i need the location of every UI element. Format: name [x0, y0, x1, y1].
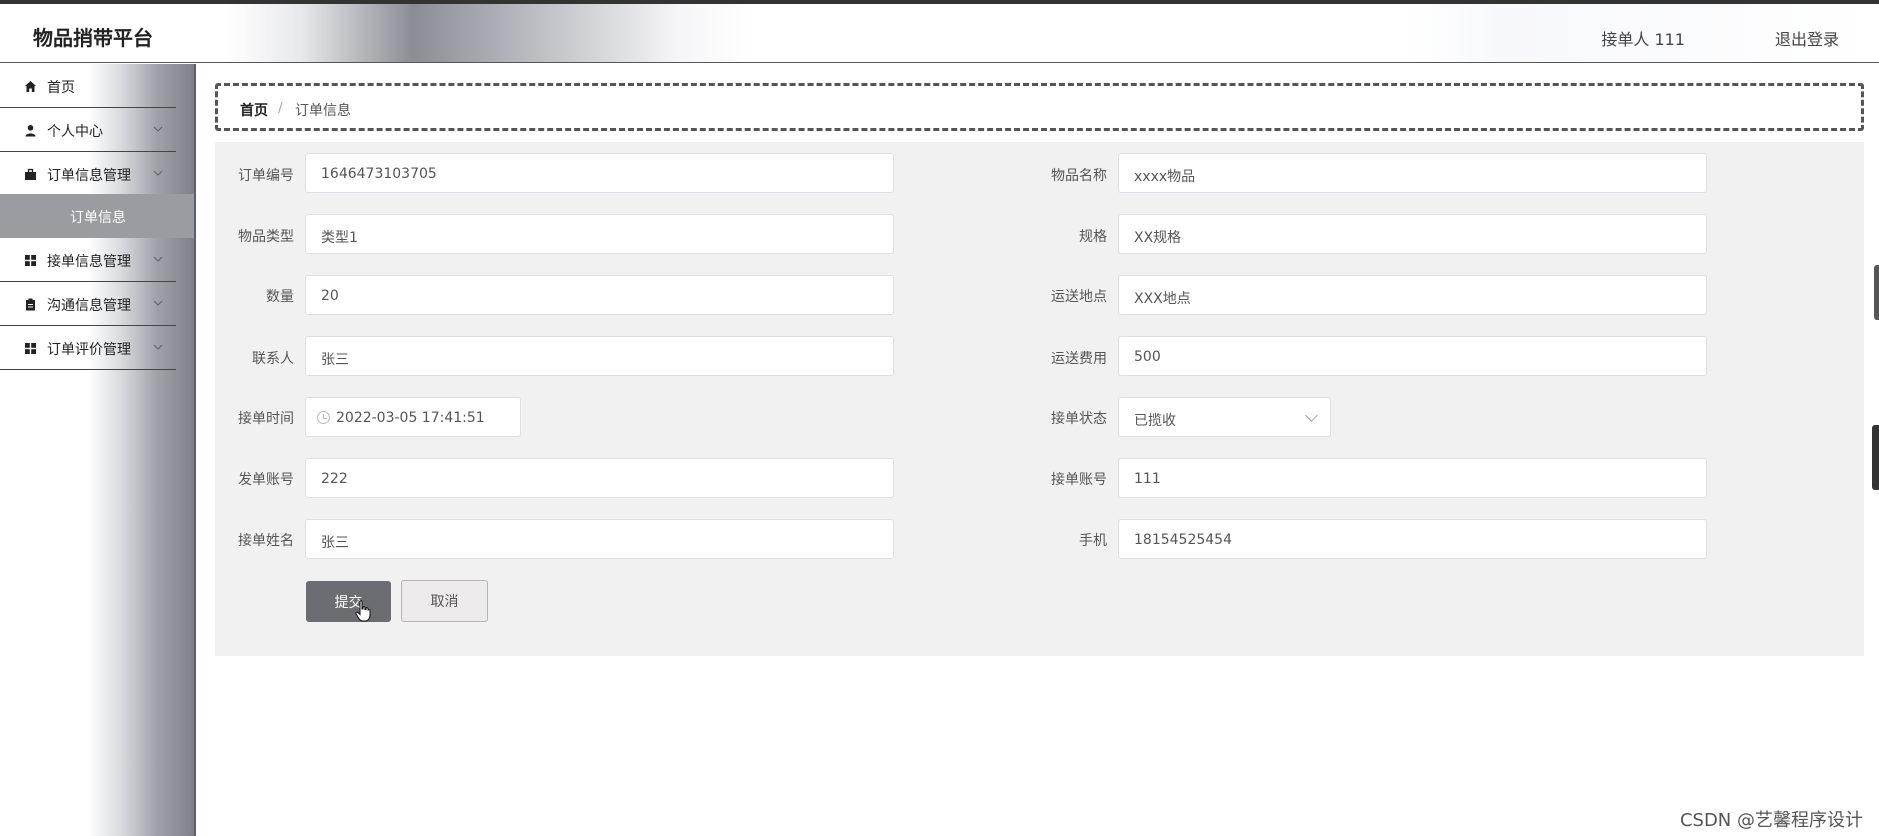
receiver-name-field[interactable]: 张三 [305, 519, 894, 559]
sidebar-item-accept-management[interactable]: 接单信息管理 [0, 238, 176, 282]
briefcase-icon [25, 168, 36, 180]
sidebar-edge [194, 64, 196, 836]
watermark: CSDN @艺馨程序设计 [1679, 810, 1863, 831]
chevron-down-icon [153, 300, 163, 306]
item-type-field[interactable]: 类型1 [305, 214, 894, 254]
receiver-name-label: 接单姓名 [238, 533, 294, 549]
sender-account-field[interactable]: 222 [305, 458, 894, 498]
submit-button[interactable]: 提交 [306, 581, 391, 622]
chevron-down-icon [153, 170, 163, 176]
sidebar-subitem-order-info[interactable]: 订单信息 [0, 194, 194, 238]
breadcrumb: 首页 / 订单信息 [215, 83, 1864, 131]
breadcrumb-home[interactable]: 首页 [240, 100, 268, 120]
contact-field[interactable]: 张三 [305, 336, 894, 376]
current-user-label: 接单人 111 [1601, 30, 1685, 49]
phone-label: 手机 [1079, 533, 1107, 549]
quantity-field[interactable]: 20 [305, 275, 894, 315]
sender-account-label: 发单账号 [238, 472, 294, 488]
sidebar-item-personal-center[interactable]: 个人中心 [0, 108, 176, 152]
clipboard-icon [26, 298, 35, 311]
home-icon [25, 81, 36, 92]
logout-link[interactable]: 退出登录 [1775, 26, 1839, 50]
accept-time-value: 2022-03-05 17:41:51 [336, 410, 485, 426]
receiver-account-label: 接单账号 [1051, 472, 1107, 488]
spec-field[interactable]: XX规格 [1118, 214, 1707, 254]
sidebar-item-label: 沟通信息管理 [47, 298, 131, 314]
item-name-field[interactable]: xxxx物品 [1118, 153, 1707, 193]
chevron-down-icon [1305, 409, 1318, 422]
spec-label: 规格 [1079, 229, 1107, 245]
destination-field[interactable]: XXX地点 [1118, 275, 1707, 315]
sidebar: 首页 个人中心 订单信息管理 订单信息 接单信息管理 沟通信息管理 订单评价管理 [0, 64, 196, 836]
chevron-down-icon [153, 126, 163, 132]
sidebar-item-label: 首页 [47, 80, 75, 96]
right-edge-tab[interactable] [1874, 265, 1879, 320]
app-header: 物品捎带平台 接单人 111 退出登录 [0, 4, 1879, 63]
sidebar-item-label: 订单评价管理 [47, 342, 131, 358]
accept-time-picker[interactable]: 2022-03-05 17:41:51 [305, 397, 521, 437]
cancel-button[interactable]: 取消 [401, 580, 488, 622]
order-no-field[interactable]: 1646473103705 [305, 153, 894, 193]
sidebar-item-label: 接单信息管理 [47, 254, 131, 270]
sidebar-item-order-management[interactable]: 订单信息管理 [0, 152, 176, 196]
brand-title: 物品捎带平台 [33, 26, 153, 50]
fee-field[interactable]: 500 [1118, 336, 1707, 376]
phone-field[interactable]: 18154525454 [1118, 519, 1707, 559]
grid-icon [25, 343, 36, 354]
order-no-label: 订单编号 [238, 168, 294, 184]
sidebar-item-label: 个人中心 [47, 124, 103, 140]
sidebar-subitem-label: 订单信息 [70, 210, 126, 226]
clock-icon [317, 411, 330, 424]
right-edge-handle[interactable] [1872, 425, 1879, 490]
hand-cursor-icon [355, 600, 371, 622]
chevron-down-icon [153, 256, 163, 262]
sidebar-item-home[interactable]: 首页 [0, 64, 176, 108]
breadcrumb-current: 订单信息 [295, 103, 351, 119]
destination-label: 运送地点 [1051, 289, 1107, 305]
breadcrumb-separator: / [278, 100, 283, 116]
sidebar-item-label: 订单信息管理 [47, 168, 131, 184]
fee-label: 运送费用 [1051, 351, 1107, 367]
accept-time-label: 接单时间 [238, 411, 294, 427]
accept-status-label: 接单状态 [1051, 411, 1107, 427]
item-type-label: 物品类型 [238, 229, 294, 245]
chevron-down-icon [153, 344, 163, 350]
sidebar-item-review-management[interactable]: 订单评价管理 [0, 326, 176, 370]
receiver-account-field[interactable]: 111 [1118, 458, 1707, 498]
item-name-label: 物品名称 [1051, 168, 1107, 184]
accept-status-select[interactable]: 已揽收 [1118, 397, 1331, 437]
quantity-label: 数量 [266, 289, 294, 305]
grid-icon [25, 255, 36, 266]
contact-label: 联系人 [252, 351, 294, 367]
user-icon [25, 125, 36, 137]
accept-status-value: 已揽收 [1134, 413, 1176, 429]
sidebar-item-communication-management[interactable]: 沟通信息管理 [0, 282, 176, 326]
